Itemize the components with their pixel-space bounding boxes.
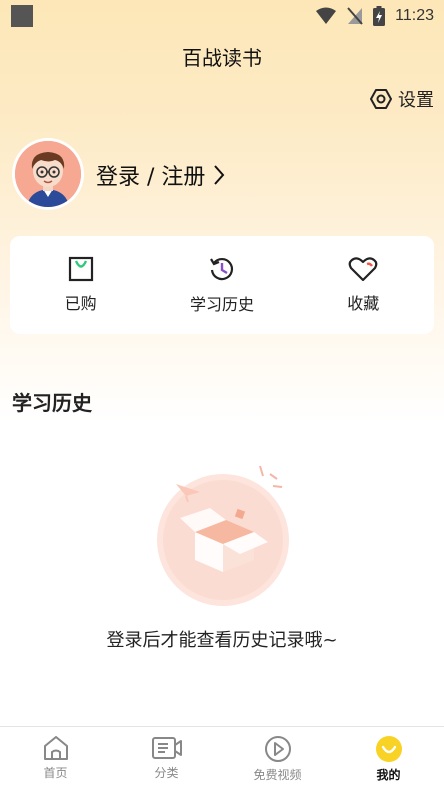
category-icon [151,737,182,759]
avatar-illustration [15,141,81,207]
shopping-bag-icon [68,256,93,282]
page-title: 百战读书 [182,46,262,70]
quick-actions-card: 已购 学习历史 收藏 [10,236,434,334]
history-icon [210,257,234,281]
avatar[interactable] [12,138,84,210]
tab-home[interactable]: 首页 [0,727,111,789]
empty-history-message: 登录后才能查看历史记录哦~ [106,630,338,651]
settings-icon [370,89,392,109]
battery-icon [373,6,386,26]
status-icons: 11:23 [315,4,434,28]
quick-action-label: 收藏 [347,294,380,313]
tab-label: 免费视频 [253,768,302,782]
quick-action-label: 学习历史 [189,295,254,314]
quick-action-purchased[interactable]: 已购 [16,256,146,314]
play-icon [264,736,291,762]
status-time: 11:23 [395,7,434,24]
quick-action-favorites[interactable]: 收藏 [298,256,428,314]
quick-action-label: 已购 [64,294,97,313]
bottom-tab-bar: 首页 分类 免费视频 我的 [0,726,444,789]
wifi-icon [316,7,337,24]
tab-label: 分类 [154,766,179,780]
history-section-title: 学习历史 [12,391,92,415]
tab-label: 首页 [43,766,68,780]
tab-mine[interactable]: 我的 [333,727,444,789]
chevron-right-icon [214,165,225,185]
notification-icon [11,5,33,27]
tab-category[interactable]: 分类 [111,727,222,789]
no-signal-icon [347,7,363,25]
heart-icon [348,257,378,282]
home-icon [43,736,68,760]
profile-icon [375,736,402,762]
settings-label: 设置 [398,90,434,111]
login-register-link[interactable]: 登录 / 注册 [96,160,225,190]
quick-action-history[interactable]: 学习历史 [157,255,287,315]
login-label: 登录 / 注册 [96,165,206,190]
empty-box-illustration [157,465,289,606]
status-bar: 11:23 [0,0,444,32]
settings-button[interactable]: 设置 [370,86,434,112]
tab-free-video[interactable]: 免费视频 [222,727,333,789]
tab-label: 我的 [376,768,401,782]
